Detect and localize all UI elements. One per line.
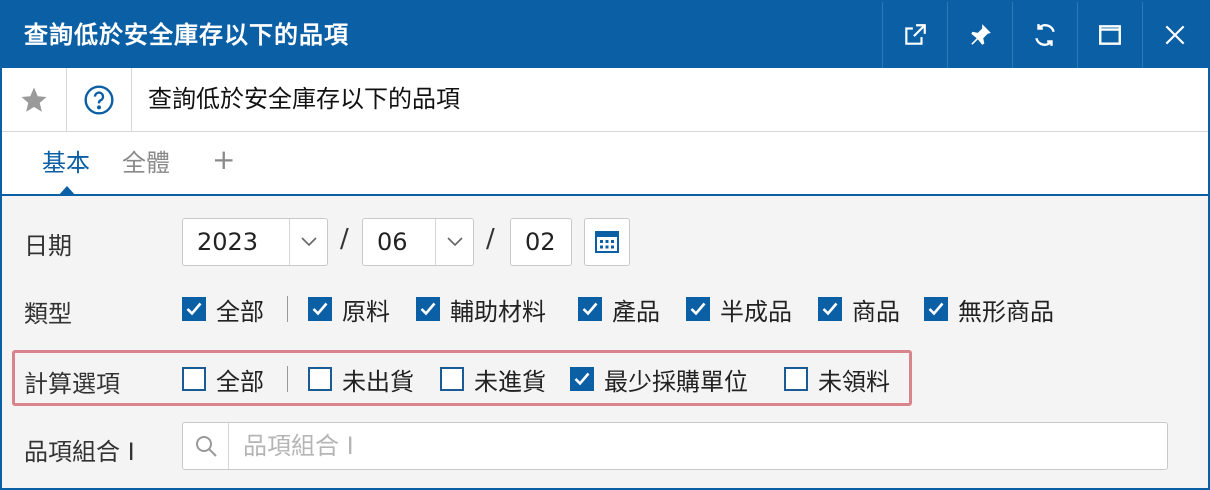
add-tab-button[interactable]: + [212,145,235,175]
calc-option-not-received[interactable]: 未進貨 [440,364,546,396]
type-option-product[interactable]: 產品 [578,294,660,326]
calc-option-min-purchase-unit[interactable]: 最少採購單位 [570,364,748,396]
maximize-icon [1099,25,1121,45]
active-tab-indicator [58,186,76,196]
checkbox-label: 商品 [852,297,900,326]
check-icon [582,302,598,316]
type-label: 類型 [24,300,72,328]
tab-all[interactable]: 全體 [122,148,170,178]
checkbox-label: 未領料 [818,367,890,396]
check-icon [312,302,328,316]
item-group-input[interactable] [243,429,1143,463]
checkbox-label: 半成品 [720,297,792,326]
item-group-field[interactable] [182,422,1168,470]
header-row: 查詢低於安全庫存以下的品項 [2,68,1208,132]
type-option-raw-material[interactable]: 原料 [308,294,390,326]
divider [287,366,288,392]
check-icon [574,372,590,386]
calendar-button[interactable] [584,218,630,266]
checkbox-label: 全部 [216,367,264,396]
date-label: 日期 [24,232,72,260]
chevron-down-icon [289,219,327,265]
checkbox[interactable] [818,297,842,321]
checkbox[interactable] [924,297,948,321]
favorite-button[interactable] [2,68,67,131]
checkbox[interactable] [308,297,332,321]
checkbox-label: 未進貨 [474,367,546,396]
calc-option-not-shipped[interactable]: 未出貨 [308,364,414,396]
year-value: 2023 [197,228,259,256]
close-icon [1165,25,1185,45]
checkbox-label: 原料 [342,297,390,326]
check-icon [186,302,202,316]
tab-basic[interactable]: 基本 [42,148,90,178]
day-value: 02 [525,228,556,256]
type-option-aux-material[interactable]: 輔助材料 [416,294,546,326]
year-select[interactable]: 2023 [182,218,328,266]
checkbox[interactable] [182,297,206,321]
dialog-window: 查詢低於安全庫存以下的品項 查詢低於安全庫存以下的品項 基本 全體 + 日期 2… [0,0,1210,490]
popout-button[interactable] [882,2,947,68]
page-title: 查詢低於安全庫存以下的品項 [148,85,460,113]
refresh-icon [1035,24,1055,46]
item-group-label: 品項組合 I [24,438,135,466]
check-icon [690,302,706,316]
type-option-all[interactable]: 全部 [182,294,264,326]
check-icon [822,302,838,316]
calc-options-label: 計算選項 [24,370,120,398]
checkbox[interactable] [784,367,808,391]
date-separator: / [486,224,495,254]
checkbox-label: 未出貨 [342,367,414,396]
checkbox[interactable] [182,367,206,391]
check-icon [928,302,944,316]
star-icon [21,87,47,112]
title-bar: 查詢低於安全庫存以下的品項 [2,2,1208,68]
help-icon [84,84,114,115]
checkbox[interactable] [416,297,440,321]
day-input[interactable]: 02 [510,218,572,266]
type-option-goods[interactable]: 商品 [818,294,900,326]
month-value: 06 [377,228,408,256]
check-icon [420,302,436,316]
search-icon [183,423,229,469]
checkbox-label: 無形商品 [958,297,1054,326]
checkbox-label: 最少採購單位 [604,367,748,396]
pin-icon [971,24,991,45]
chevron-down-icon [435,219,473,265]
checkbox[interactable] [578,297,602,321]
refresh-button[interactable] [1012,2,1077,68]
help-button[interactable] [67,68,132,131]
divider [287,296,288,322]
checkbox-label: 輔助材料 [450,297,546,326]
window-title: 查詢低於安全庫存以下的品項 [24,21,349,49]
date-separator: / [340,224,349,254]
checkbox-label: 全部 [216,297,264,326]
pin-button[interactable] [947,2,1012,68]
calc-option-not-issued[interactable]: 未領料 [784,364,890,396]
checkbox[interactable] [570,367,594,391]
month-select[interactable]: 06 [362,218,474,266]
checkbox[interactable] [440,367,464,391]
type-option-semi-finished[interactable]: 半成品 [686,294,792,326]
checkbox[interactable] [686,297,710,321]
type-option-intangible[interactable]: 無形商品 [924,294,1054,326]
tab-bar: 基本 全體 + [2,132,1208,196]
checkbox[interactable] [308,367,332,391]
close-button[interactable] [1142,2,1207,68]
calc-option-all[interactable]: 全部 [182,364,264,396]
maximize-button[interactable] [1077,2,1142,68]
form-body: 日期 2023 / 06 / 02 類型 全部 原料 輔助材料 產品 半成品 商… [2,196,1208,488]
external-link-icon [905,24,926,45]
checkbox-label: 產品 [612,297,660,326]
calendar-icon [595,231,619,253]
